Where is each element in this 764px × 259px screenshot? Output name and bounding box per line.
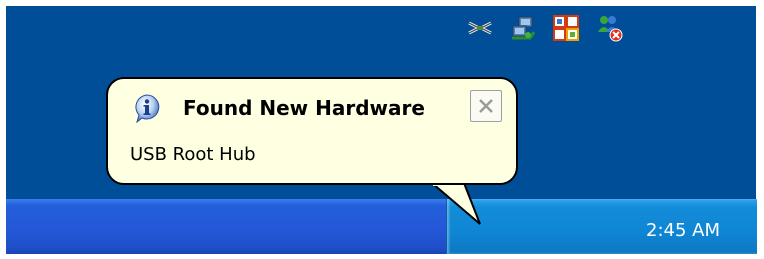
notification-balloon[interactable] <box>106 77 518 185</box>
screen: 2:45 AM Found New Hardware USB Root Hub <box>0 0 764 259</box>
system-clock[interactable]: 2:45 AM <box>646 220 720 242</box>
info-icon <box>135 94 160 123</box>
balloon-title: Found New Hardware <box>183 96 425 120</box>
close-icon <box>479 99 493 113</box>
office-clipboard-icon[interactable] <box>552 14 580 42</box>
balloon-tail <box>431 183 481 225</box>
safely-remove-hardware-icon[interactable] <box>466 14 494 42</box>
network-connection-icon[interactable] <box>510 14 538 42</box>
balloon-message: USB Root Hub <box>130 144 256 165</box>
balloon-close-button[interactable] <box>470 90 502 122</box>
messenger-offline-icon[interactable] <box>596 14 624 42</box>
